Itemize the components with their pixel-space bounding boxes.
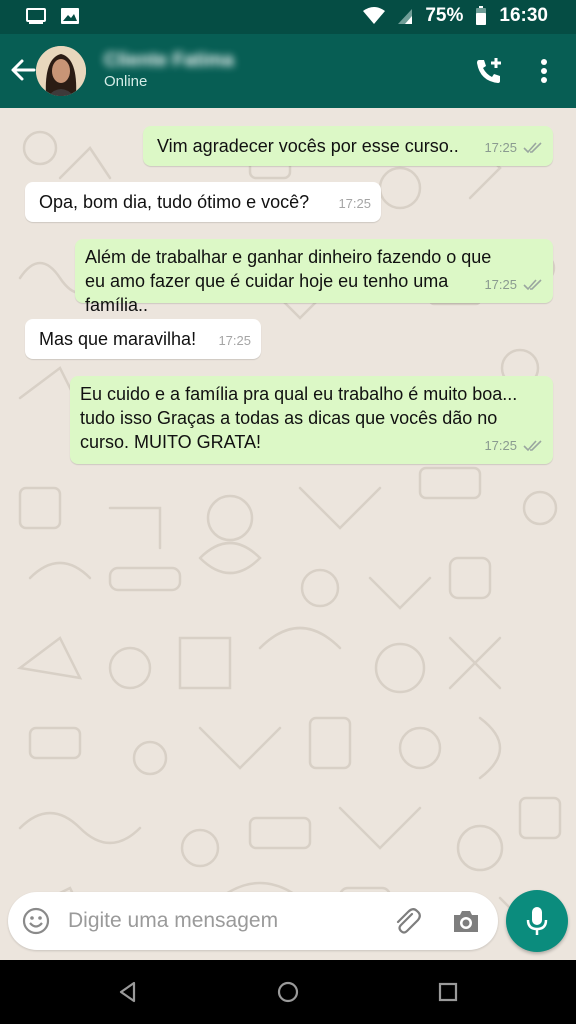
message-bubble-outgoing[interactable]: Além de trabalhar e ganhar dinheiro faze… xyxy=(75,239,553,315)
read-check-icon xyxy=(523,279,542,291)
message-input[interactable] xyxy=(68,902,388,940)
nav-back-icon[interactable] xyxy=(116,980,140,1004)
emoji-icon[interactable] xyxy=(22,907,50,935)
add-call-icon[interactable] xyxy=(472,55,506,89)
image-icon xyxy=(61,8,79,24)
chat-header: Cliente Fatima Online xyxy=(0,34,576,108)
message-text: Vim agradecer vocês por esse curso.. xyxy=(157,136,459,156)
screen-cast-icon xyxy=(26,8,46,24)
wallpaper-doodles xyxy=(16,130,562,940)
message-bubble-incoming[interactable]: Mas que maravilha! 17:25 xyxy=(25,319,261,359)
message-time: 17:25 xyxy=(484,438,517,453)
clock: 16:30 xyxy=(499,5,548,26)
nav-recents-icon[interactable] xyxy=(436,980,460,1004)
avatar[interactable] xyxy=(36,46,86,96)
message-time: 17:25 xyxy=(218,333,251,348)
message-bubble-outgoing[interactable]: Eu cuido e a família pra qual eu trabalh… xyxy=(70,376,553,464)
message-text: Opa, bom dia, tudo ótimo e você? xyxy=(39,192,310,212)
contact-name[interactable]: Cliente Fatima xyxy=(104,50,234,72)
message-time: 17:25 xyxy=(338,196,371,211)
system-nav-bar xyxy=(0,960,576,1024)
read-check-icon xyxy=(523,142,542,154)
message-bubble-outgoing[interactable]: Vim agradecer vocês por esse curso.. 17:… xyxy=(143,126,553,166)
more-vert-icon[interactable] xyxy=(532,56,556,86)
message-time: 17:25 xyxy=(484,140,517,155)
mic-icon xyxy=(526,907,548,935)
battery-icon xyxy=(476,6,487,25)
status-bar: 75% 16:30 xyxy=(0,0,576,34)
read-check-icon xyxy=(523,440,542,452)
message-text: Eu cuido e a família pra qual eu trabalh… xyxy=(80,384,518,452)
signal-icon xyxy=(398,9,413,24)
camera-icon[interactable] xyxy=(451,907,481,935)
contact-status: Online xyxy=(104,73,148,90)
message-composer xyxy=(8,892,498,950)
wifi-icon xyxy=(363,7,386,24)
back-arrow-icon[interactable] xyxy=(8,55,38,85)
message-text: Mas que maravilha! xyxy=(39,329,197,349)
message-bubble-incoming[interactable]: Opa, bom dia, tudo ótimo e você? 17:25 xyxy=(25,182,381,222)
attach-icon[interactable] xyxy=(392,906,422,936)
chat-area[interactable]: Vim agradecer vocês por esse curso.. 17:… xyxy=(0,108,576,960)
mic-button[interactable] xyxy=(506,890,568,952)
nav-home-icon[interactable] xyxy=(276,980,300,1004)
message-time: 17:25 xyxy=(484,277,517,292)
battery-percent: 75% xyxy=(425,5,464,26)
